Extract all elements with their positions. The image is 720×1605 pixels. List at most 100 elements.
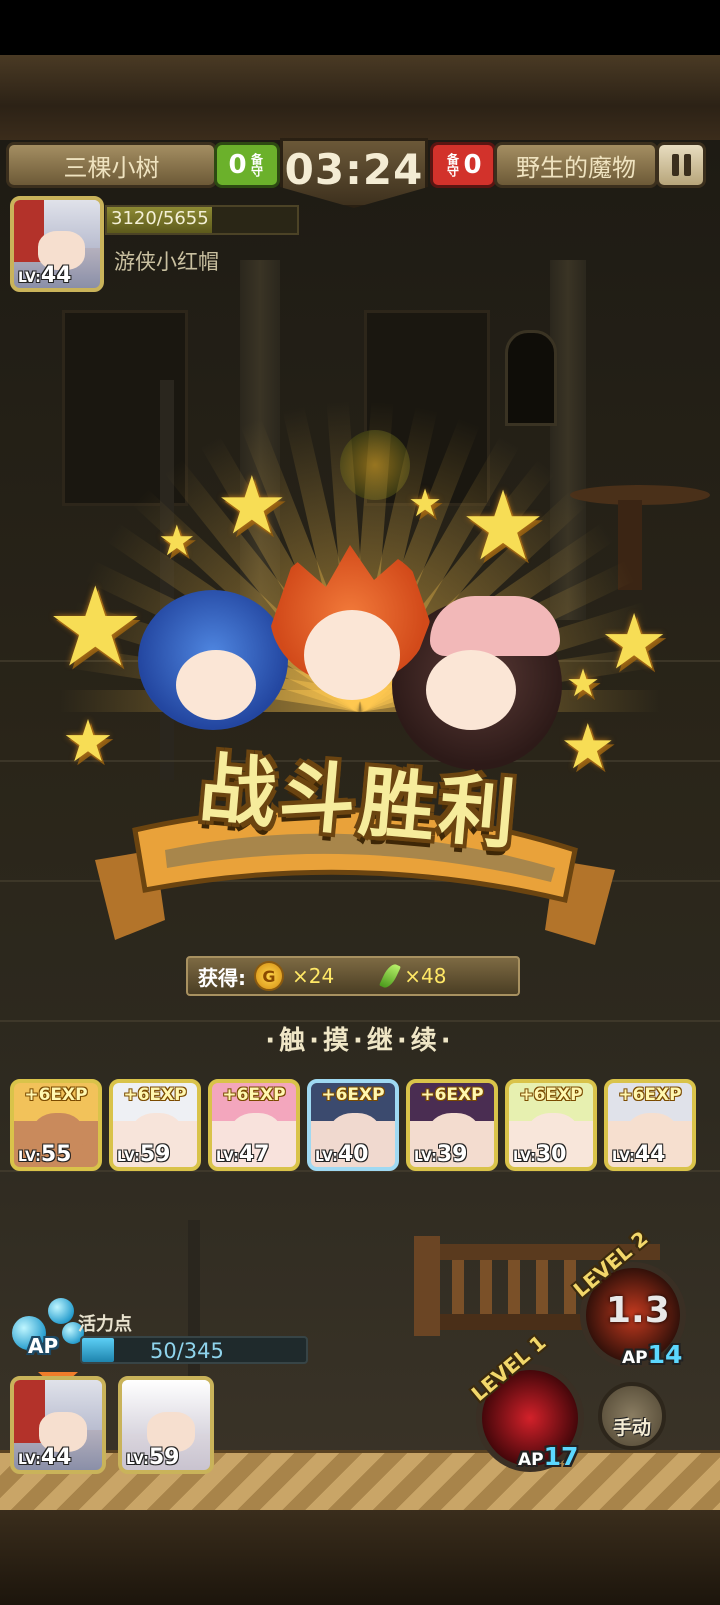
- arched-window: [505, 330, 557, 426]
- exp-card: +6EXP LV:30: [505, 1079, 597, 1171]
- reward-bar: 获得: G ×24 ×48: [186, 956, 520, 996]
- level-value: 59: [139, 1142, 171, 1167]
- level-value: 39: [436, 1142, 468, 1167]
- exp-gain: +6EXP: [618, 1085, 682, 1105]
- star-icon: ★: [158, 516, 196, 565]
- level-prefix: LV:: [414, 1149, 437, 1165]
- hp-text: 3120/5655: [111, 208, 209, 229]
- left-team-name: 三棵小树: [6, 142, 217, 188]
- ap-prefix: AP: [622, 1348, 648, 1368]
- exp-card-level: LV:47: [216, 1142, 269, 1167]
- right-score-value: 0: [463, 150, 482, 180]
- exp-gain: +6EXP: [321, 1085, 385, 1105]
- star-icon: ★: [460, 470, 547, 582]
- exp-gain: +6EXP: [519, 1085, 583, 1105]
- hp-bar: 3120/5655: [105, 205, 299, 235]
- exp-card-level: LV:30: [513, 1142, 566, 1167]
- skill-cooldown: 1.3: [606, 1290, 670, 1331]
- leaf-item-icon: [379, 961, 402, 991]
- gold-amount: ×24: [292, 964, 335, 988]
- exp-card: +6EXP LV:44: [604, 1079, 696, 1171]
- ap-value: 50/345: [150, 1339, 224, 1363]
- level-value: 44: [634, 1142, 666, 1167]
- exp-gain: +6EXP: [24, 1085, 88, 1105]
- team-portrait-1[interactable]: LV:44: [10, 1376, 106, 1474]
- exp-card-level: LV:44: [612, 1142, 665, 1167]
- exp-card-level: LV:39: [414, 1142, 467, 1167]
- exp-card-level: LV:40: [315, 1142, 368, 1167]
- exp-card: +6EXP LV:47: [208, 1079, 300, 1171]
- level-prefix: LV:: [315, 1149, 338, 1165]
- level-prefix: LV:: [513, 1149, 536, 1165]
- ap-cost: 17: [543, 1442, 579, 1471]
- ap-cost: 14: [647, 1340, 683, 1369]
- tap-to-continue[interactable]: ·触·摸·继·续·: [0, 1020, 720, 1057]
- level-prefix: LV:: [18, 270, 41, 286]
- item-amount: ×48: [404, 964, 447, 988]
- exp-card-level: LV:59: [117, 1142, 170, 1167]
- pause-button[interactable]: [656, 142, 706, 188]
- ap-prefix: AP: [518, 1450, 544, 1470]
- left-team-score: 0 备守: [214, 142, 280, 188]
- ap-fill: [82, 1338, 115, 1362]
- pause-icon: [671, 154, 679, 176]
- level-value: 44: [40, 263, 72, 288]
- star-icon: ★: [216, 459, 288, 552]
- right-team-score: 备守 0: [430, 142, 496, 188]
- team-portrait-2[interactable]: LV:59: [118, 1376, 214, 1474]
- exp-card-level: LV:55: [18, 1142, 71, 1167]
- rail-baluster: [536, 1260, 548, 1314]
- level-value: 47: [238, 1142, 270, 1167]
- right-defense-label: 备守: [445, 153, 460, 177]
- exp-gain: +6EXP: [123, 1085, 187, 1105]
- character-face: [426, 650, 516, 730]
- floor-trim: [0, 1450, 720, 1513]
- level-prefix: LV:: [117, 1149, 140, 1165]
- exp-card: +6EXP LV:39: [406, 1079, 498, 1171]
- hero-portrait[interactable]: LV:44: [10, 196, 104, 292]
- character-face: [304, 610, 400, 700]
- ap-bar: 50/345: [80, 1336, 308, 1364]
- level-value: 30: [535, 1142, 567, 1167]
- vitality-label: 活力点: [78, 1314, 132, 1335]
- left-defense-label: 备守: [249, 153, 264, 177]
- level-prefix: LV:: [216, 1149, 239, 1165]
- team-portrait-level: LV:59: [126, 1445, 179, 1470]
- bottom-frame: [0, 1510, 720, 1605]
- level-value: 59: [148, 1445, 180, 1470]
- level-prefix: LV:: [612, 1149, 635, 1165]
- star-icon: ★: [62, 707, 114, 775]
- character-face: [176, 650, 256, 720]
- top-frame: [0, 55, 720, 140]
- manual-mode-button[interactable]: 手动: [598, 1382, 666, 1450]
- level-value: 40: [337, 1142, 369, 1167]
- level-value: 44: [40, 1445, 72, 1470]
- star-icon: ★: [408, 481, 443, 525]
- hero-name: 游侠小红帽: [114, 250, 219, 274]
- exp-gain: +6EXP: [420, 1085, 484, 1105]
- rail-post: [414, 1236, 440, 1336]
- star-icon: ★: [600, 597, 669, 686]
- skill-1-ap: AP17: [518, 1442, 578, 1471]
- hero-level: LV:44: [18, 263, 71, 288]
- ap-label: AP: [28, 1334, 59, 1358]
- exp-card: +6EXP LV:55: [10, 1079, 102, 1171]
- exp-gain: +6EXP: [222, 1085, 286, 1105]
- skill-2-ap: AP14: [622, 1340, 682, 1369]
- exp-card: +6EXP LV:40: [307, 1079, 399, 1171]
- rail-baluster: [480, 1260, 492, 1314]
- gold-coin-icon: G: [254, 961, 284, 991]
- level-prefix: LV:: [18, 1452, 41, 1468]
- star-icon: ★: [46, 563, 145, 691]
- rail-baluster: [452, 1260, 464, 1314]
- pause-icon: [683, 154, 691, 176]
- team-portrait-level: LV:44: [18, 1445, 71, 1470]
- candelabra: [188, 1220, 200, 1400]
- bubble: [48, 1298, 74, 1324]
- level-value: 55: [40, 1142, 72, 1167]
- character-hat: [430, 596, 560, 656]
- left-score-value: 0: [228, 150, 247, 180]
- star-icon: ★: [560, 710, 616, 783]
- level-prefix: LV:: [18, 1149, 41, 1165]
- right-team-name: 野生的魔物: [494, 142, 658, 188]
